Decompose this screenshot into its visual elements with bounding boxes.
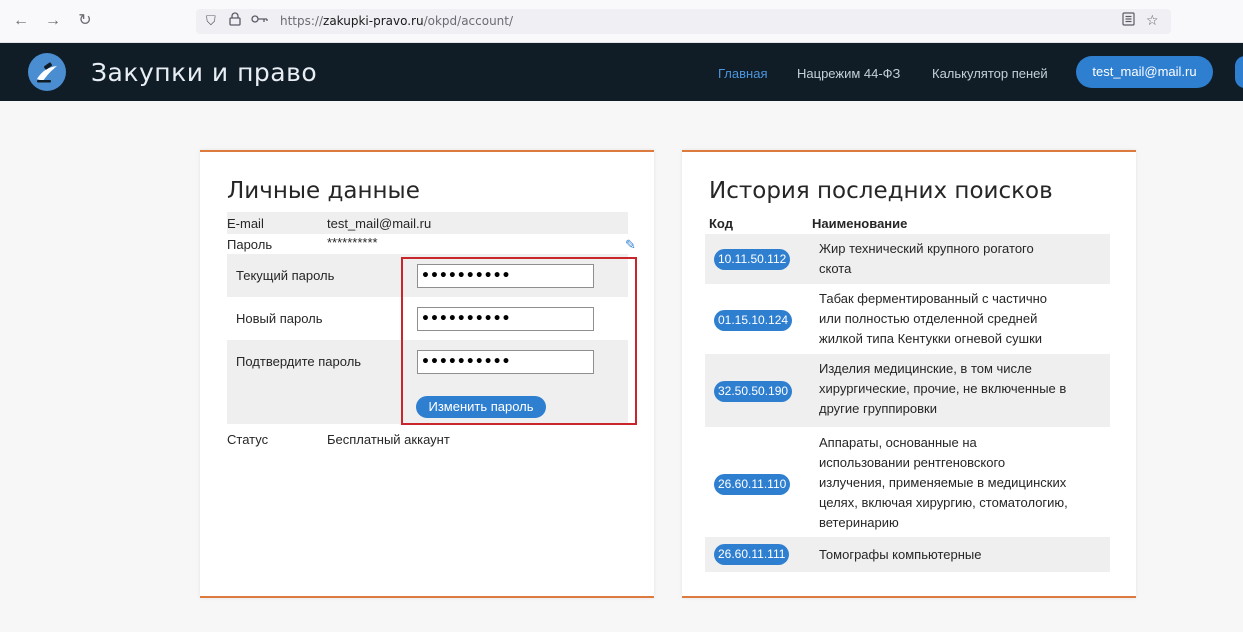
- okpd-code-badge[interactable]: 01.15.10.124: [714, 310, 793, 331]
- bookmark-star-icon[interactable]: ☆: [1146, 12, 1159, 29]
- okpd-code-badge[interactable]: 26.60.11.111: [714, 544, 790, 565]
- status-row: Статус Бесплатный аккаунт: [227, 428, 628, 450]
- name-line: Томографы компьютерные: [819, 547, 982, 562]
- item-name: Изделия медицинские, в том числе хирурги…: [819, 359, 1109, 419]
- column-header-name: Наименование: [812, 216, 908, 231]
- confirm-password-label: Подтвердите пароль: [236, 354, 362, 369]
- brand-title[interactable]: Закупки и право: [91, 58, 317, 87]
- status-value: Бесплатный аккаунт: [327, 432, 450, 447]
- email-row: E-mail test_mail@mail.ru: [227, 212, 628, 234]
- name-line: скота: [819, 261, 852, 276]
- table-row[interactable]: 10.11.50.112 Жир технический крупного ро…: [705, 234, 1110, 284]
- highlight-frame: [401, 257, 637, 425]
- reader-view-icon[interactable]: [1122, 12, 1135, 29]
- table-row[interactable]: 26.60.11.111 Томографы компьютерные: [705, 537, 1110, 572]
- email-value: test_mail@mail.ru: [327, 216, 432, 231]
- lock-icon[interactable]: [229, 12, 241, 31]
- new-password-label: Новый пароль: [236, 311, 323, 326]
- url-text: https://zakupki-pravo.ru/okpd/account/: [280, 14, 514, 28]
- search-history-card: История последних поисков Код Наименован…: [682, 150, 1136, 598]
- table-row[interactable]: 26.60.11.110 Аппараты, основанные на исп…: [705, 427, 1110, 537]
- password-row: Пароль ********** ✎: [227, 233, 636, 255]
- name-line: Жир технический крупного рогатого: [819, 241, 1034, 256]
- nav-home[interactable]: Главная: [718, 66, 767, 81]
- table-row[interactable]: 32.50.50.190 Изделия медицинские, в том …: [705, 354, 1110, 427]
- key-icon[interactable]: [251, 12, 269, 31]
- back-icon[interactable]: ←: [11, 11, 31, 31]
- name-line: Изделия медицинские, в том числе: [819, 361, 1032, 376]
- nav-penalty-calculator[interactable]: Калькулятор пеней: [932, 66, 1048, 81]
- password-value: **********: [327, 235, 378, 250]
- edit-pencil-icon[interactable]: ✎: [625, 237, 636, 253]
- gavel-logo-icon[interactable]: [28, 53, 66, 91]
- browser-toolbar: ← → ↻ ⛉ https://zakupki-pravo.ru/okpd/ac…: [0, 0, 1243, 43]
- personal-data-title: Личные данные: [227, 178, 420, 204]
- column-header-code: Код: [709, 216, 733, 231]
- search-history-title: История последних поисков: [709, 178, 1053, 204]
- address-bar[interactable]: ⛉ https://zakupki-pravo.ru/okpd/account/…: [196, 9, 1171, 34]
- name-line: целях, включая хирургию, стоматологию,: [819, 495, 1068, 510]
- email-label: E-mail: [227, 216, 264, 231]
- name-line: излучения, применяемые в медицинских: [819, 475, 1067, 490]
- shield-icon[interactable]: ⛉: [206, 12, 216, 30]
- nav-national-regime[interactable]: Нацрежим 44-ФЗ: [797, 66, 900, 81]
- item-name: Аппараты, основанные на использовании ре…: [819, 433, 1109, 533]
- name-line: жилкой типа Кентукки огневой сушки: [819, 331, 1043, 346]
- okpd-code-badge[interactable]: 10.11.50.112: [714, 249, 791, 270]
- item-name: Табак ферментированный с частично или по…: [819, 289, 1109, 349]
- user-account-button[interactable]: test_mail@mail.ru: [1076, 56, 1213, 88]
- name-line: Аппараты, основанные на: [819, 435, 977, 450]
- name-line: ветеринарию: [819, 515, 899, 530]
- okpd-code-badge[interactable]: 26.60.11.110: [714, 474, 791, 495]
- name-line: другие группировки: [819, 401, 937, 416]
- current-password-label: Текущий пароль: [236, 268, 335, 283]
- item-name: Жир технический крупного рогатого скота: [819, 239, 1109, 279]
- name-line: или полностью отделенной средней: [819, 311, 1038, 326]
- okpd-code-badge[interactable]: 32.50.50.190: [714, 381, 793, 402]
- table-row[interactable]: 01.15.10.124 Табак ферментированный с ча…: [705, 284, 1110, 354]
- name-line: хирургические, прочие, не включенные в: [819, 381, 1067, 396]
- site-header: Закупки и право Главная Нацрежим 44-ФЗ К…: [0, 43, 1243, 101]
- name-line: использовании рентгеновского: [819, 455, 1006, 470]
- personal-data-card: Личные данные E-mail test_mail@mail.ru П…: [200, 150, 654, 598]
- status-label: Статус: [227, 432, 269, 447]
- clipped-button[interactable]: [1235, 56, 1243, 88]
- forward-icon[interactable]: →: [43, 11, 63, 31]
- name-line: Табак ферментированный с частично: [819, 291, 1048, 306]
- item-name: Томографы компьютерные: [819, 545, 1109, 565]
- password-label: Пароль: [227, 237, 273, 252]
- reload-icon[interactable]: ↻: [75, 11, 95, 31]
